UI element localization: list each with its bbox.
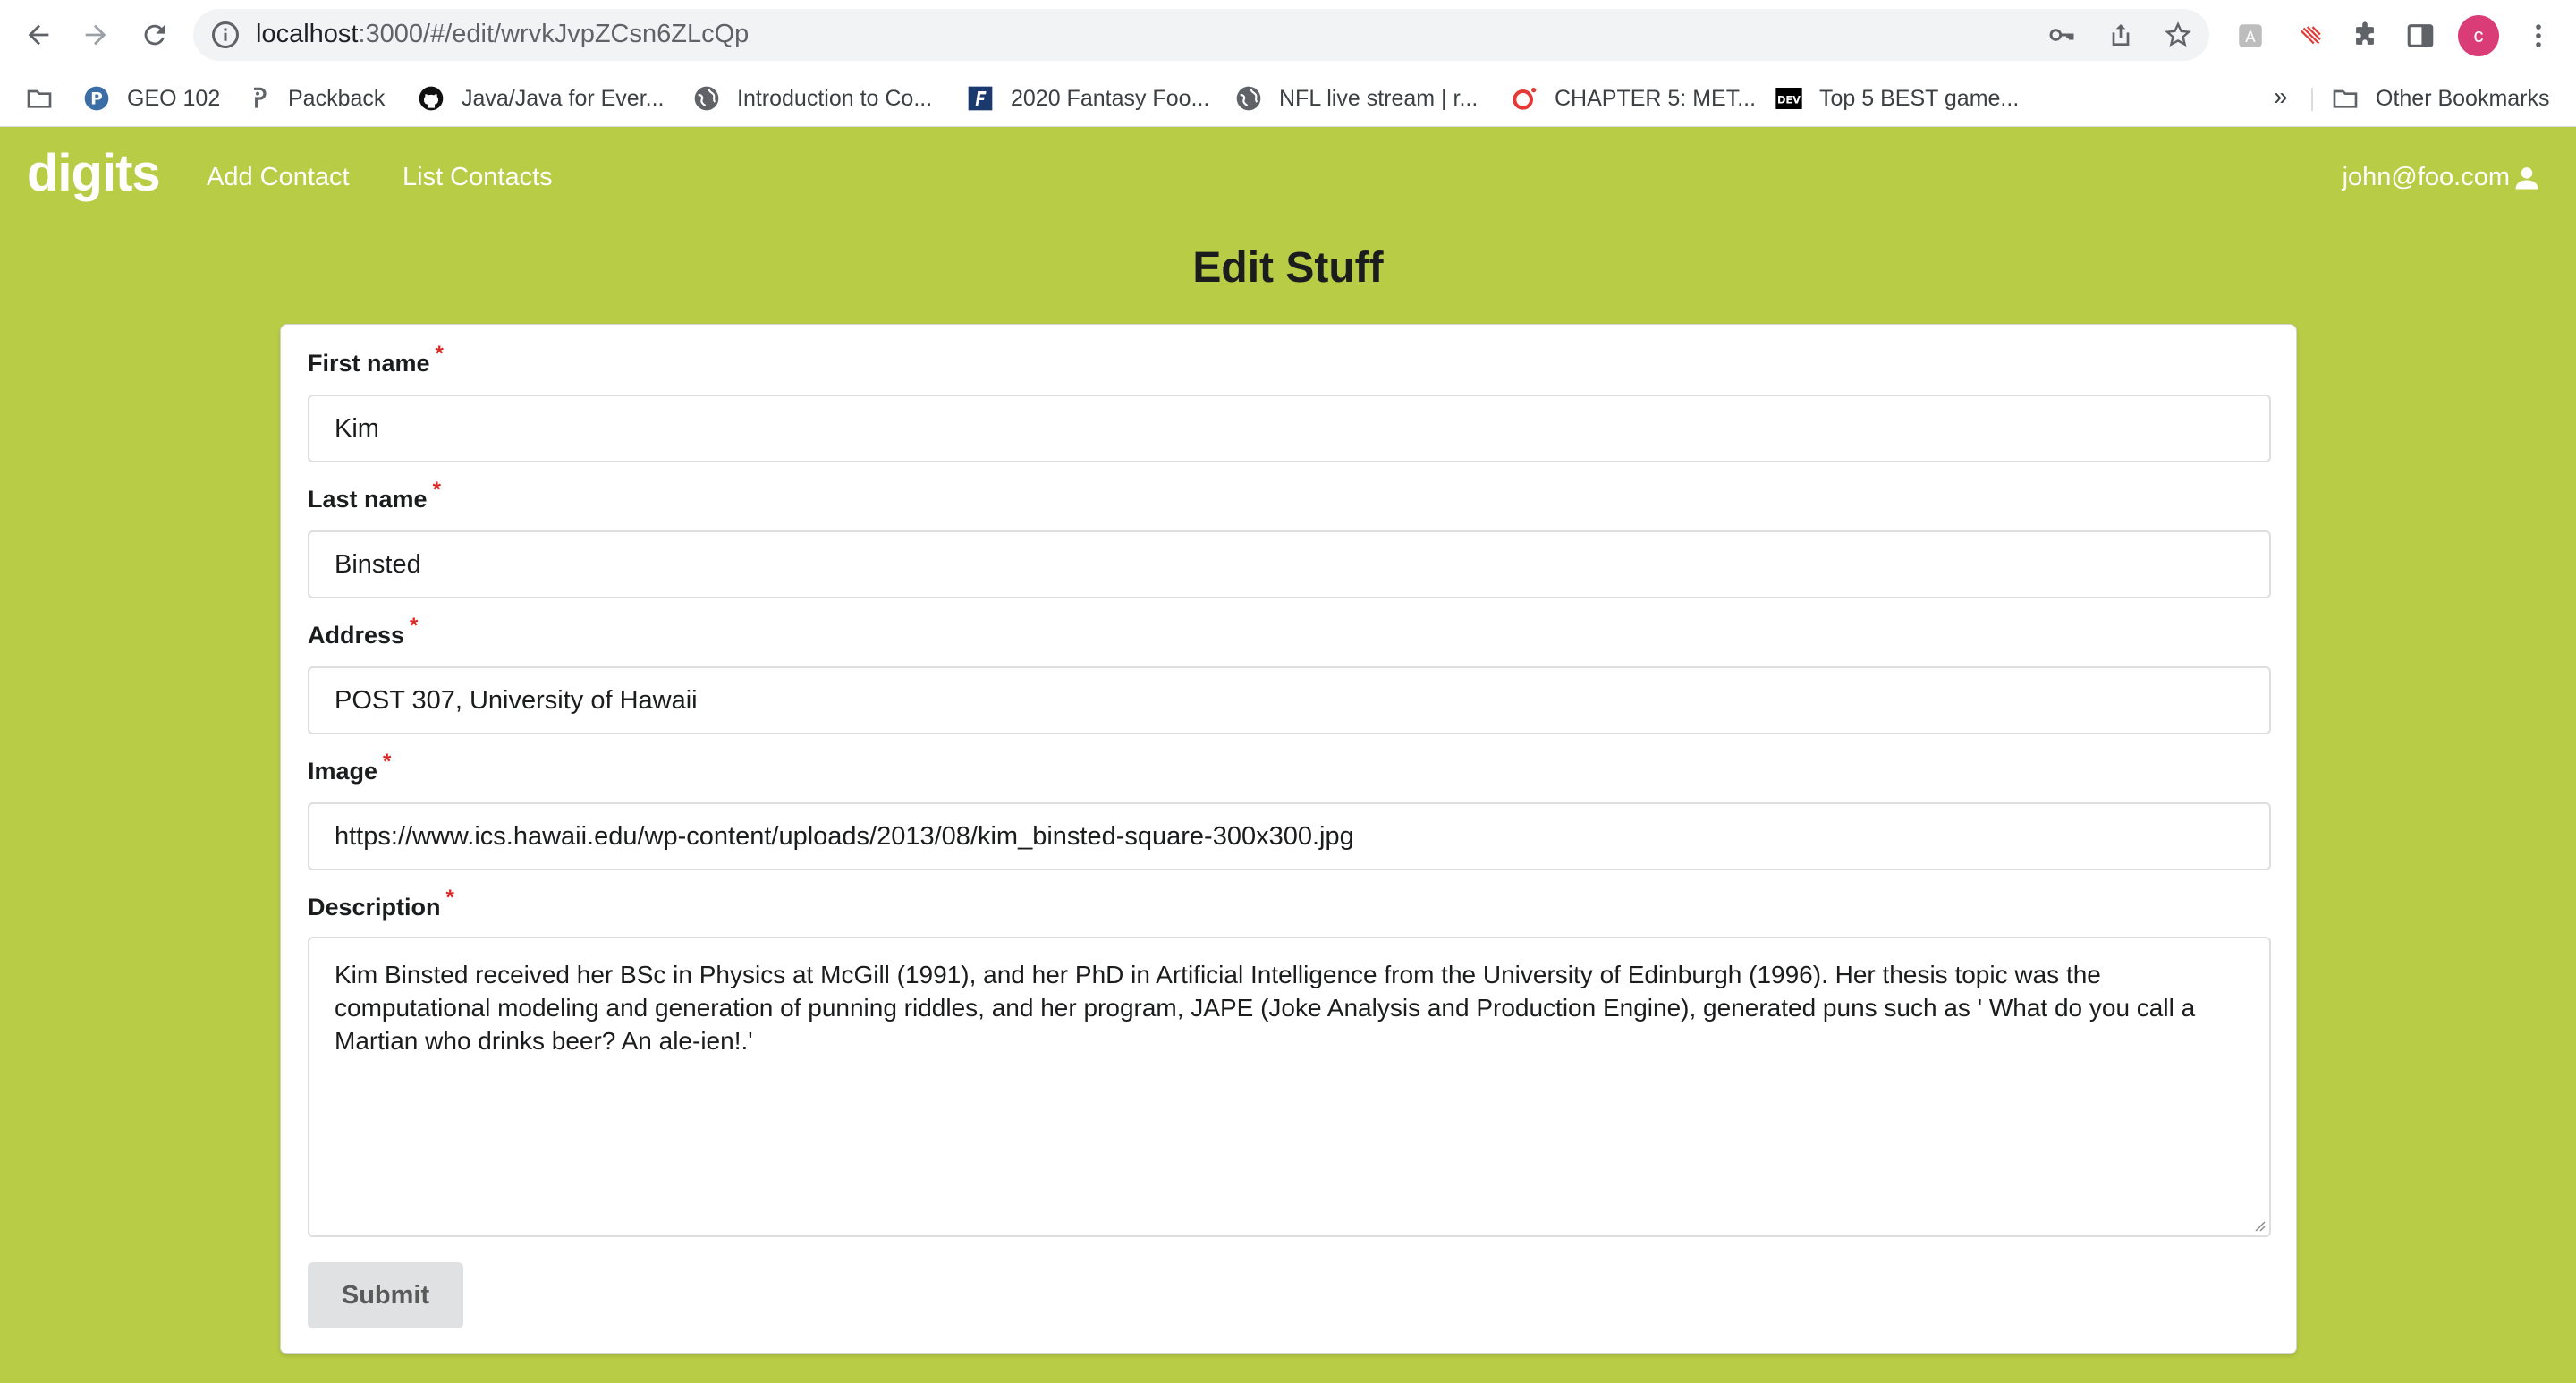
edit-form: First name * Kim Last name * Binsted Addre… — [280, 324, 2297, 1354]
url-text[interactable]: localhost:3000/#/edit/wrvkJvpZCsn6ZLcQp — [256, 20, 749, 49]
nav-list-contacts[interactable]: List Contacts — [402, 163, 553, 192]
address-bar[interactable]: localhost:3000/#/edit/wrvkJvpZCsn6ZLcQp — [193, 9, 2209, 61]
bookmark-java[interactable]: Java/Java for Ever... — [417, 79, 665, 118]
kebab-menu-icon — [2536, 24, 2541, 47]
bookmark-fantasy[interactable]: 2020 Fantasy Foo... — [966, 79, 1209, 118]
bookmark-label: Introduction to Co... — [737, 85, 933, 111]
side-panel-icon — [2407, 24, 2434, 47]
bookmark-label: Packback — [288, 85, 386, 111]
bookmark-label: Top 5 BEST game... — [1819, 85, 2020, 111]
last-name-label: Last name * — [308, 478, 441, 513]
info-icon[interactable] — [209, 19, 242, 51]
first-name-label-text: First name — [308, 350, 430, 377]
required-marker: * — [435, 342, 444, 366]
resize-handle-icon[interactable] — [2251, 1218, 2266, 1232]
description-label-text: Description — [308, 894, 441, 921]
back-button[interactable] — [16, 13, 61, 57]
user-menu[interactable]: john@foo.com — [2343, 163, 2540, 192]
browser-menu-button[interactable] — [2521, 18, 2556, 54]
globe-icon — [1234, 84, 1263, 113]
app-navbar: digits Add Contact List Contacts john@fo… — [0, 127, 2576, 233]
url-path: :3000/#/edit/wrvkJvpZCsn6ZLcQp — [358, 20, 750, 48]
first-name-input[interactable]: Kim — [308, 395, 2271, 462]
bookmark-label: 2020 Fantasy Foo... — [1011, 85, 1210, 111]
bookmark-chapter5[interactable]: CHAPTER 5: MET... — [1510, 79, 1756, 118]
share-button[interactable] — [2104, 18, 2138, 52]
extension-grammar-button[interactable]: A — [2233, 18, 2268, 54]
apps-folder[interactable] — [25, 79, 70, 118]
folder-icon — [2331, 84, 2360, 113]
image-url-input[interactable]: https://www.ics.hawaii.edu/wp-content/up… — [308, 802, 2271, 870]
description-textarea[interactable]: Kim Binsted received her BSc in Physics … — [308, 937, 2271, 1237]
bookmarks-separator — [2311, 88, 2313, 111]
bookmark-nfl[interactable]: NFL live stream | r... — [1234, 79, 1478, 118]
forward-button[interactable] — [73, 13, 118, 57]
address-label: Address * — [308, 614, 418, 649]
pinterest-icon: P — [82, 84, 111, 113]
required-marker: * — [432, 478, 441, 502]
reload-button[interactable] — [132, 13, 177, 57]
packback-icon — [243, 84, 272, 113]
image-label: Image * — [308, 750, 391, 785]
bookmark-label: NFL live stream | r... — [1279, 85, 1479, 111]
description-label: Description * — [308, 886, 454, 921]
github-icon — [417, 84, 445, 113]
folder-icon — [25, 84, 54, 113]
description-line: computational modeling and generation of… — [335, 994, 2196, 1022]
side-panel-button[interactable] — [2402, 18, 2438, 54]
last-name-label-text: Last name — [308, 486, 428, 513]
bookmark-packback[interactable]: Packback — [243, 79, 385, 118]
brand-logo[interactable]: digits — [27, 143, 161, 203]
bookmark-label: GEO 102 — [127, 85, 221, 111]
arrow-left-icon — [28, 24, 49, 46]
puzzle-icon — [2356, 21, 2374, 45]
page-title: Edit Stuff — [1192, 244, 1384, 292]
other-bookmarks-label: Other Bookmarks — [2376, 85, 2550, 111]
star-icon — [2165, 21, 2191, 47]
bookmark-label: CHAPTER 5: MET... — [1555, 85, 1757, 111]
profile-avatar[interactable]: c — [2458, 15, 2499, 56]
description-line: Kim Binsted received her BSc in Physics … — [335, 961, 2101, 988]
address-input[interactable]: POST 307, University of Hawaii — [308, 666, 2271, 734]
other-bookmarks[interactable]: Other Bookmarks — [2331, 79, 2550, 118]
required-marker: * — [383, 750, 392, 774]
stripes-icon — [2300, 26, 2321, 45]
reload-icon — [144, 24, 165, 46]
bookmark-intro[interactable]: Introduction to Co... — [692, 79, 932, 118]
bookmark-geo102[interactable]: P GEO 102 — [82, 79, 220, 118]
globe-icon — [692, 84, 721, 113]
required-marker: * — [410, 614, 419, 638]
more-bookmarks-chevron[interactable]: » — [2274, 82, 2288, 111]
opera-icon — [1510, 84, 1538, 113]
bookmark-label: Java/Java for Ever... — [462, 85, 665, 111]
description-line: Martian who drinks beer? An ale-ien!.' — [335, 1027, 753, 1055]
extension-stripes-button[interactable] — [2293, 18, 2329, 54]
fantasy-icon — [966, 84, 995, 113]
extension-logo-icon: A — [2239, 24, 2262, 47]
image-label-text: Image — [308, 758, 378, 785]
last-name-input[interactable]: Binsted — [308, 530, 2271, 598]
dev-icon: DEV — [1775, 84, 1803, 113]
extensions-button[interactable] — [2347, 18, 2383, 54]
key-icon — [2049, 29, 2074, 41]
required-marker: * — [445, 886, 454, 910]
share-icon — [2112, 24, 2130, 46]
address-label-text: Address — [308, 622, 405, 649]
url-host: localhost — [256, 20, 359, 48]
submit-button[interactable]: Submit — [308, 1262, 463, 1328]
nav-add-contact[interactable]: Add Contact — [207, 163, 350, 192]
first-name-label: First name * — [308, 342, 444, 378]
bookmark-star-button[interactable] — [2161, 18, 2195, 52]
bookmarks-bar: P GEO 102 Packback Java/Java for Ever...… — [0, 70, 2576, 127]
password-key-button[interactable] — [2045, 18, 2079, 52]
arrow-right-icon — [85, 24, 106, 46]
svg-text:DEV: DEV — [1777, 93, 1801, 106]
bookmark-top5[interactable]: DEV Top 5 BEST game... — [1775, 79, 2019, 118]
user-icon — [2515, 166, 2538, 189]
browser-toolbar: localhost:3000/#/edit/wrvkJvpZCsn6ZLcQp … — [0, 0, 2576, 70]
svg-text:A: A — [2245, 29, 2256, 47]
user-email: john@foo.com — [2342, 163, 2510, 191]
svg-text:P: P — [90, 90, 103, 109]
